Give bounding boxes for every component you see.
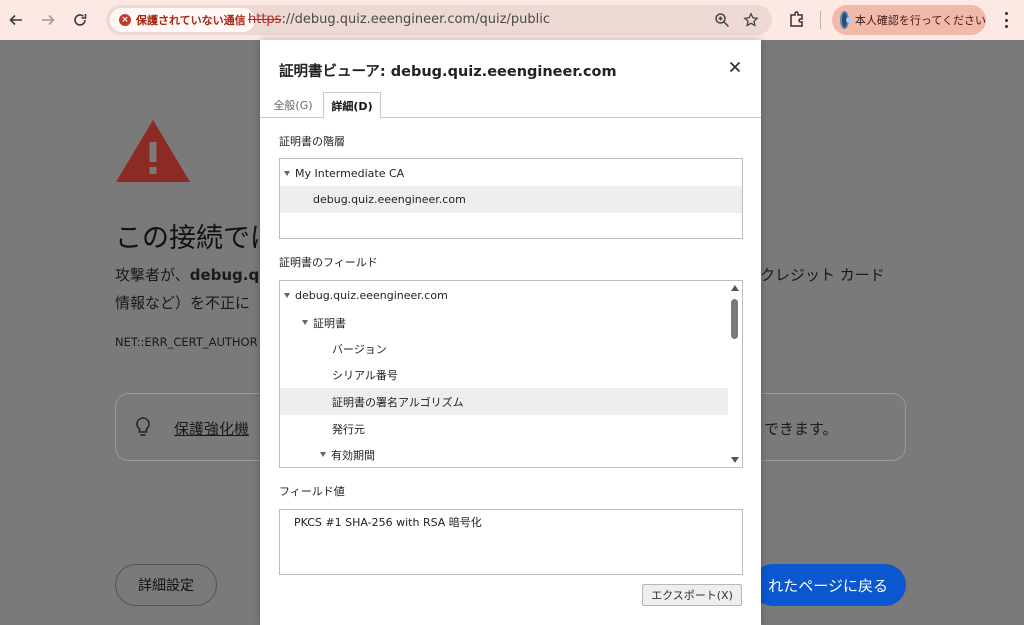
fields-scrollbar[interactable] (728, 281, 742, 467)
dialog-tabs: 全般(G) 詳細(D) (260, 92, 761, 119)
tree-item-label: My Intermediate CA (295, 167, 405, 180)
fields-tree: debug.quiz.eeengineer.com 証明書 バージョン シリアル… (279, 280, 743, 468)
dialog-title: 証明書ビューア: debug.quiz.eeengineer.com (279, 64, 617, 80)
field-value-box[interactable]: PKCS #1 SHA-256 with RSA 暗号化 (279, 509, 743, 575)
security-chip[interactable]: × 保護されていない通信 (110, 8, 255, 32)
fields-label: 証明書のフィールド (279, 256, 378, 269)
expand-triangle-icon[interactable] (302, 320, 308, 325)
field-item-label: バージョン (332, 342, 387, 356)
page-title: この接続では (115, 223, 277, 254)
browser-toolbar: × 保護されていない通信 https://debug.quiz.eeengine… (0, 0, 1024, 40)
error-code: NET::ERR_CERT_AUTHOR (115, 335, 258, 349)
page-description-right: クレジット カード (760, 266, 885, 284)
field-item-label: シリアル番号 (332, 368, 398, 382)
expand-triangle-icon[interactable] (284, 293, 290, 298)
back-to-safety-button[interactable]: れたページに戻る (752, 564, 906, 606)
tree-item-intermediate-ca[interactable]: My Intermediate CA (280, 160, 742, 187)
field-value-label: フィールド値 (279, 485, 345, 498)
url-scheme: https (248, 12, 282, 27)
menu-kebab-icon[interactable] (998, 10, 1014, 30)
scroll-thumb[interactable] (731, 299, 738, 339)
forward-arrow-icon[interactable] (36, 8, 60, 32)
url-text[interactable]: https://debug.quiz.eeengineer.com/quiz/p… (248, 12, 550, 27)
desc-domain: debug.q (189, 266, 260, 284)
field-item-label: debug.quiz.eeengineer.com (295, 289, 448, 302)
expand-triangle-icon[interactable] (284, 171, 290, 176)
avatar (840, 11, 852, 29)
extensions-puzzle-icon[interactable] (788, 10, 806, 28)
bookmark-star-icon[interactable] (743, 12, 759, 28)
address-bar[interactable]: × 保護されていない通信 https://debug.quiz.eeengine… (106, 5, 772, 35)
tree-item-label: debug.quiz.eeengineer.com (313, 193, 466, 206)
field-item-version[interactable]: バージョン (280, 335, 728, 362)
toolbar-divider (820, 11, 821, 29)
hierarchy-tree: My Intermediate CA debug.quiz.eeengineer… (279, 158, 743, 239)
enhanced-protection-text: できます。 (764, 420, 838, 438)
page-description-line1: 攻撃者が、debug.q (115, 264, 259, 285)
field-item-label: 発行元 (332, 422, 365, 436)
reload-icon[interactable] (68, 8, 92, 32)
field-item-root[interactable]: debug.quiz.eeengineer.com (280, 282, 728, 309)
export-button[interactable]: エクスポート(X) (642, 584, 742, 606)
warning-circle-icon: × (119, 14, 131, 26)
lightbulb-icon (136, 417, 150, 436)
field-item-label: 有効期間 (331, 448, 375, 462)
close-icon[interactable] (726, 58, 744, 76)
security-chip-label: 保護されていない通信 (136, 14, 246, 27)
field-item-signature-algorithm[interactable]: 証明書の署名アルゴリズム (280, 388, 728, 415)
zoom-icon[interactable] (714, 12, 730, 28)
enhanced-protection-link[interactable]: 保護強化機 (174, 418, 249, 439)
field-item-validity[interactable]: 有効期間 (280, 441, 728, 467)
scroll-down-arrow-icon[interactable] (731, 457, 739, 463)
field-value-text: PKCS #1 SHA-256 with RSA 暗号化 (294, 516, 482, 529)
tab-details[interactable]: 詳細(D) (323, 92, 381, 119)
scroll-up-arrow-icon[interactable] (731, 285, 739, 291)
back-arrow-icon[interactable] (4, 8, 28, 32)
url-rest: ://debug.quiz.eeengineer.com/quiz/public (281, 12, 550, 27)
advanced-button[interactable]: 詳細設定 (115, 564, 217, 606)
field-item-label: 証明書 (313, 316, 346, 330)
field-item-serial[interactable]: シリアル番号 (280, 361, 728, 388)
expand-triangle-icon[interactable] (320, 452, 326, 457)
warning-triangle-icon (116, 120, 190, 182)
certificate-viewer-dialog: 証明書ビューア: debug.quiz.eeengineer.com 全般(G)… (260, 40, 761, 625)
field-item-certificate[interactable]: 証明書 (280, 309, 728, 336)
page-description-line2: 情報など）を不正に (115, 294, 251, 312)
profile-label: 本人確認を行ってください (854, 14, 986, 27)
profile-button[interactable]: 本人確認を行ってください (832, 5, 986, 35)
hierarchy-label: 証明書の階層 (279, 135, 345, 148)
tree-item-leaf-cert[interactable]: debug.quiz.eeengineer.com (280, 186, 742, 213)
field-item-issuer[interactable]: 発行元 (280, 415, 728, 442)
tab-general[interactable]: 全般(G) (270, 92, 316, 118)
desc-prefix: 攻撃者が、 (115, 266, 190, 284)
field-item-label: 証明書の署名アルゴリズム (332, 395, 464, 409)
